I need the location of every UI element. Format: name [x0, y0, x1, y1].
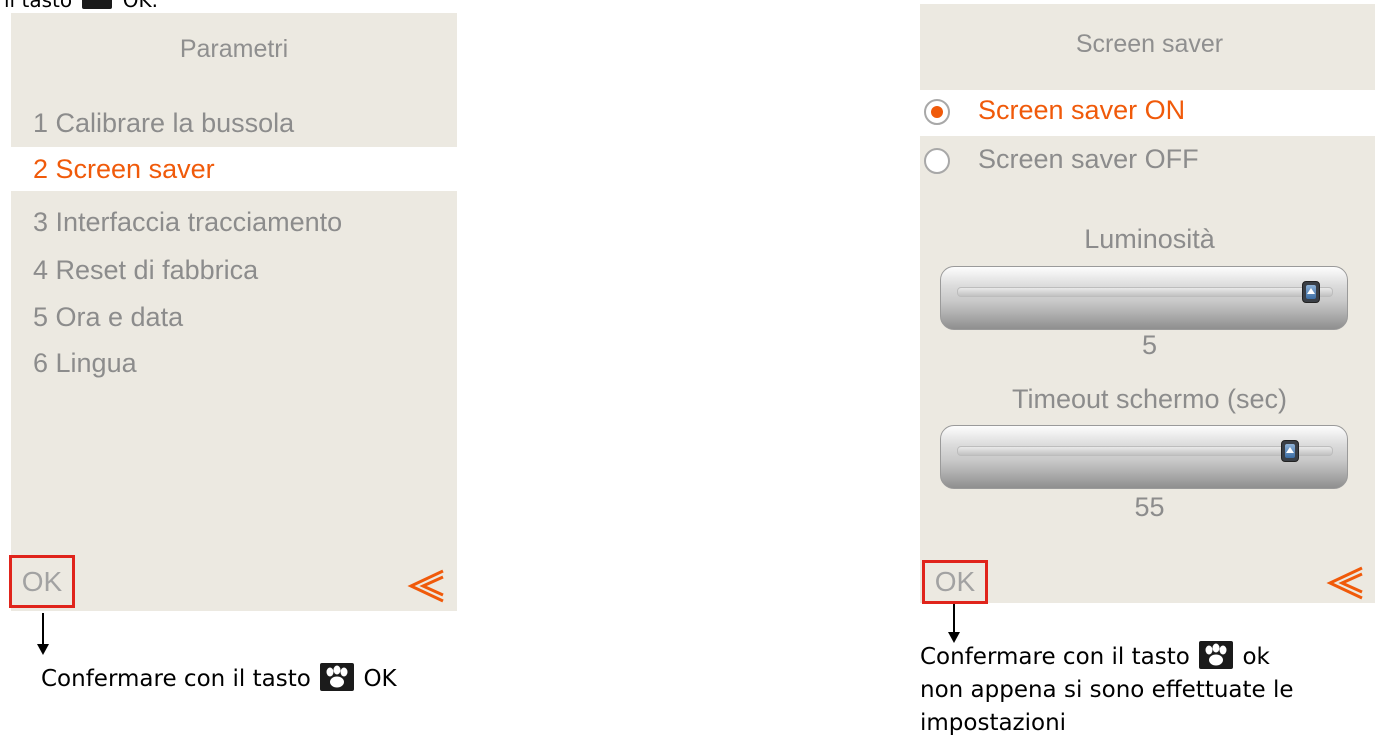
menu-item-calibrare-bussola[interactable]: 1 Calibrare la bussola [11, 101, 457, 145]
slider-thumb[interactable] [1281, 440, 1299, 462]
menu-item-screen-saver[interactable]: 2 Screen saver [11, 147, 457, 191]
menu-item-interfaccia-tracciamento[interactable]: 3 Interfaccia tracciamento [11, 200, 457, 244]
back-button[interactable] [405, 568, 449, 604]
paw-key-icon [320, 663, 355, 691]
parametri-screen: Parametri 1 Calibrare la bussola 2 Scree… [9, 13, 457, 611]
timeout-slider[interactable] [940, 425, 1348, 489]
arrow-head-left [37, 644, 49, 655]
ok-button[interactable]: OK [922, 560, 988, 604]
screen-title: Parametri [179, 35, 289, 63]
timeout-value: 55 [1134, 492, 1165, 522]
brightness-label: Luminosità [1084, 224, 1215, 254]
timeout-label: Timeout schermo (sec) [1011, 384, 1288, 414]
caption-right: Confermare con il tasto ok non appena si… [920, 641, 1360, 740]
radio-screen-saver-off[interactable]: Screen saver OFF [920, 139, 1375, 185]
radio-label-off: Screen saver OFF [978, 144, 1199, 174]
slider-groove [957, 287, 1333, 297]
caption-left: Confermare con il tasto OK [41, 663, 397, 696]
paw-key-icon [1199, 641, 1234, 669]
ok-button[interactable]: OK [9, 555, 75, 608]
caption-right-line1-before: Confermare con il tasto [920, 644, 1190, 670]
brightness-value: 5 [1141, 330, 1158, 360]
menu-item-ora-data[interactable]: 5 Ora e data [11, 295, 457, 339]
double-chevron-left-icon [407, 569, 444, 603]
slider-thumb[interactable] [1302, 281, 1320, 303]
caption-left-after: OK [363, 666, 397, 692]
screen-saver-screen: Screen saver Screen saver ON Screen save… [920, 4, 1375, 604]
screen-title: Screen saver [1075, 30, 1224, 58]
top-fragment: il tasto OK. [4, 0, 158, 12]
radio-checked-icon [924, 99, 950, 125]
arrow-line-left [42, 613, 44, 646]
radio-label-on: Screen saver ON [978, 95, 1186, 125]
key-icon [82, 0, 113, 9]
caption-right-line2: non appena si sono effettuate le [920, 677, 1294, 703]
brightness-slider[interactable] [940, 266, 1348, 330]
double-chevron-left-icon [1326, 566, 1363, 600]
menu-item-reset-fabbrica[interactable]: 4 Reset di fabbrica [11, 248, 457, 292]
slider-groove [957, 446, 1333, 456]
caption-right-line1-after: ok [1242, 644, 1270, 670]
caption-left-before: Confermare con il tasto [41, 666, 311, 692]
menu-item-lingua[interactable]: 6 Lingua [11, 341, 457, 385]
radio-screen-saver-on[interactable]: Screen saver ON [920, 90, 1375, 136]
caption-right-line3: impostazioni [920, 710, 1067, 736]
back-button[interactable] [1324, 565, 1368, 601]
top-fragment-after: OK. [122, 0, 159, 12]
arrow-line-right [953, 604, 955, 634]
top-fragment-before: il tasto [4, 0, 73, 12]
radio-unchecked-icon [924, 148, 950, 174]
